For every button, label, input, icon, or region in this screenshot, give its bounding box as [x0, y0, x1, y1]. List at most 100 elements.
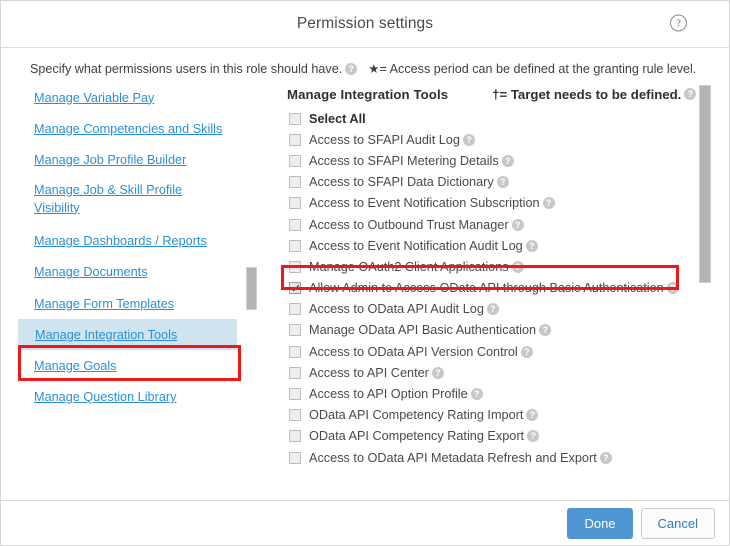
target-legend: †= Target needs to be defined. — [492, 87, 681, 102]
sidebar-item-manage-question-library[interactable]: Manage Question Library — [18, 382, 256, 413]
help-circle-icon[interactable]: ? — [670, 15, 689, 34]
checkbox[interactable] — [289, 452, 301, 464]
info-icon[interactable]: ? — [684, 88, 696, 100]
permission-label: Access to API Option Profile — [309, 387, 468, 401]
checkbox[interactable] — [289, 367, 301, 379]
permission-row-access-to-outbound-trust-manager[interactable]: Access to Outbound Trust Manager ? — [281, 214, 697, 235]
sidebar-item-label: Manage Dashboards / Reports — [34, 232, 207, 250]
permission-label: Access to Outbound Trust Manager — [309, 218, 509, 232]
category-sidebar: Manage Variable Pay Manage Competencies … — [18, 82, 256, 482]
permissions-panel-header: Manage Integration Tools †= Target needs… — [281, 82, 711, 106]
checkbox[interactable] — [289, 324, 301, 336]
checkbox[interactable] — [289, 261, 301, 273]
permission-label: Access to SFAPI Data Dictionary — [309, 175, 494, 189]
checkbox[interactable] — [289, 303, 301, 315]
cancel-button[interactable]: Cancel — [641, 508, 715, 539]
checkbox[interactable] — [289, 346, 301, 358]
permission-row-access-to-sfapi-data-dictionary[interactable]: Access to SFAPI Data Dictionary ? — [281, 172, 697, 193]
checkbox[interactable] — [289, 197, 301, 209]
checkbox[interactable] — [289, 113, 301, 125]
sidebar-item-manage-documents[interactable]: Manage Documents — [18, 257, 256, 288]
info-icon[interactable]: ? — [345, 63, 357, 75]
info-icon[interactable]: ? — [539, 324, 551, 336]
permission-row-access-to-odata-api-audit-log[interactable]: Access to OData API Audit Log ? — [281, 299, 697, 320]
sidebar-item-manage-job-profile-builder[interactable]: Manage Job Profile Builder — [18, 144, 256, 175]
permission-label: OData API Competency Rating Export — [309, 429, 524, 443]
sidebar-item-manage-form-templates[interactable]: Manage Form Templates — [18, 288, 256, 319]
permission-row-access-to-odata-api-metadata-refresh-and-export[interactable]: Access to OData API Metadata Refresh and… — [281, 447, 697, 468]
permissions-scrollbar-thumb[interactable] — [699, 85, 711, 283]
dialog-header: Permission settings ? — [1, 1, 729, 48]
sidebar-item-label: Manage Documents — [34, 263, 148, 281]
info-icon[interactable]: ? — [526, 240, 538, 252]
permission-row-odata-api-competency-rating-import[interactable]: OData API Competency Rating Import ? — [281, 405, 697, 426]
sidebar-item-manage-integration-tools[interactable]: Manage Integration Tools — [18, 319, 237, 350]
info-icon[interactable]: ? — [512, 219, 524, 231]
permission-label: Manage OAuth2 Client Applications — [309, 260, 509, 274]
info-icon[interactable]: ? — [471, 388, 483, 400]
dialog-footer: Done Cancel — [1, 500, 729, 545]
permission-settings-dialog: Permission settings ? Specify what permi… — [0, 0, 730, 546]
sidebar-item-label: Manage Form Templates — [34, 295, 174, 313]
sidebar-item-manage-goals[interactable]: Manage Goals — [18, 350, 256, 381]
info-icon[interactable]: ? — [463, 134, 475, 146]
checkbox[interactable] — [289, 134, 301, 146]
permission-label: Access to SFAPI Metering Details — [309, 154, 499, 168]
permission-row-access-to-api-option-profile[interactable]: Access to API Option Profile ? — [281, 383, 697, 404]
permission-row-access-to-sfapi-audit-log[interactable]: Access to SFAPI Audit Log ? — [281, 129, 697, 150]
checkbox[interactable] — [289, 388, 301, 400]
checkbox[interactable] — [289, 240, 301, 252]
permission-row-odata-api-competency-rating-export[interactable]: OData API Competency Rating Export ? — [281, 426, 697, 447]
info-icon[interactable]: ? — [526, 409, 538, 421]
page-title: Permission settings — [297, 15, 433, 33]
sidebar-scrollbar-thumb[interactable] — [246, 267, 257, 310]
info-icon[interactable]: ? — [497, 176, 509, 188]
sidebar-item-manage-variable-pay[interactable]: Manage Variable Pay — [18, 82, 256, 113]
checkbox[interactable] — [289, 219, 301, 231]
sidebar-item-label: Manage Variable Pay — [34, 89, 154, 107]
permission-row-access-to-api-center[interactable]: Access to API Center ? — [281, 362, 697, 383]
sidebar-item-label: Manage Goals — [34, 357, 117, 375]
star-legend: ★= Access period can be defined at the g… — [368, 61, 696, 76]
permissions-panel: Manage Integration Tools †= Target needs… — [281, 82, 711, 500]
sidebar-item-manage-dashboards-reports[interactable]: Manage Dashboards / Reports — [18, 226, 256, 257]
sidebar-scrollbar[interactable] — [246, 82, 257, 482]
checkbox[interactable] — [289, 176, 301, 188]
done-button[interactable]: Done — [567, 508, 632, 539]
info-icon[interactable]: ? — [432, 367, 444, 379]
permission-label: Allow Admin to Access OData API through … — [309, 281, 664, 295]
sidebar-item-manage-job-and-skill-profile-visibility[interactable]: Manage Job & Skill Profile Visibility — [18, 176, 256, 226]
permission-label: Access to Event Notification Audit Log — [309, 239, 523, 253]
info-icon[interactable]: ? — [512, 261, 524, 273]
info-icon[interactable]: ? — [487, 303, 499, 315]
checkbox[interactable] — [289, 430, 301, 442]
checkbox[interactable] — [289, 155, 301, 167]
permission-row-access-to-event-notification-subscription[interactable]: Access to Event Notification Subscriptio… — [281, 193, 697, 214]
info-icon[interactable]: ? — [543, 197, 555, 209]
sidebar-item-label: Manage Job Profile Builder — [34, 151, 186, 169]
permission-label: Access to OData API Version Control — [309, 345, 518, 359]
dialog-body: Specify what permissions users in this r… — [1, 48, 729, 500]
permissions-scrollbar[interactable] — [699, 82, 711, 500]
permission-row-manage-odata-api-basic-authentication[interactable]: Manage OData API Basic Authentication ? — [281, 320, 697, 341]
sidebar-item-manage-competencies-and-skills[interactable]: Manage Competencies and Skills — [18, 113, 256, 144]
info-icon[interactable]: ? — [600, 452, 612, 464]
checkbox[interactable] — [289, 409, 301, 421]
info-icon[interactable]: ? — [521, 346, 533, 358]
info-icon[interactable]: ? — [502, 155, 514, 167]
permission-row-access-to-sfapi-metering-details[interactable]: Access to SFAPI Metering Details ? — [281, 150, 697, 171]
permissions-group-title: Manage Integration Tools — [287, 87, 448, 102]
sidebar-item-label: Manage Job & Skill Profile Visibility — [34, 181, 229, 217]
sidebar-item-label: Manage Integration Tools — [35, 326, 177, 344]
permission-label: OData API Competency Rating Import — [309, 408, 523, 422]
info-icon[interactable]: ? — [527, 430, 539, 442]
permission-row-select-all[interactable]: Select All — [281, 108, 697, 129]
sidebar-item-label: Manage Question Library — [34, 388, 176, 406]
permission-row-allow-admin-to-access-odata-api-through-basic-authentication[interactable]: Allow Admin to Access OData API through … — [281, 278, 697, 299]
checkbox[interactable] — [289, 282, 301, 294]
permission-row-access-to-event-notification-audit-log[interactable]: Access to Event Notification Audit Log ? — [281, 235, 697, 256]
permission-label: Access to OData API Metadata Refresh and… — [309, 451, 597, 465]
permission-row-manage-oauth2-client-applications[interactable]: Manage OAuth2 Client Applications ? — [281, 256, 697, 277]
permission-row-access-to-odata-api-version-control[interactable]: Access to OData API Version Control ? — [281, 341, 697, 362]
info-icon[interactable]: ? — [667, 282, 679, 294]
